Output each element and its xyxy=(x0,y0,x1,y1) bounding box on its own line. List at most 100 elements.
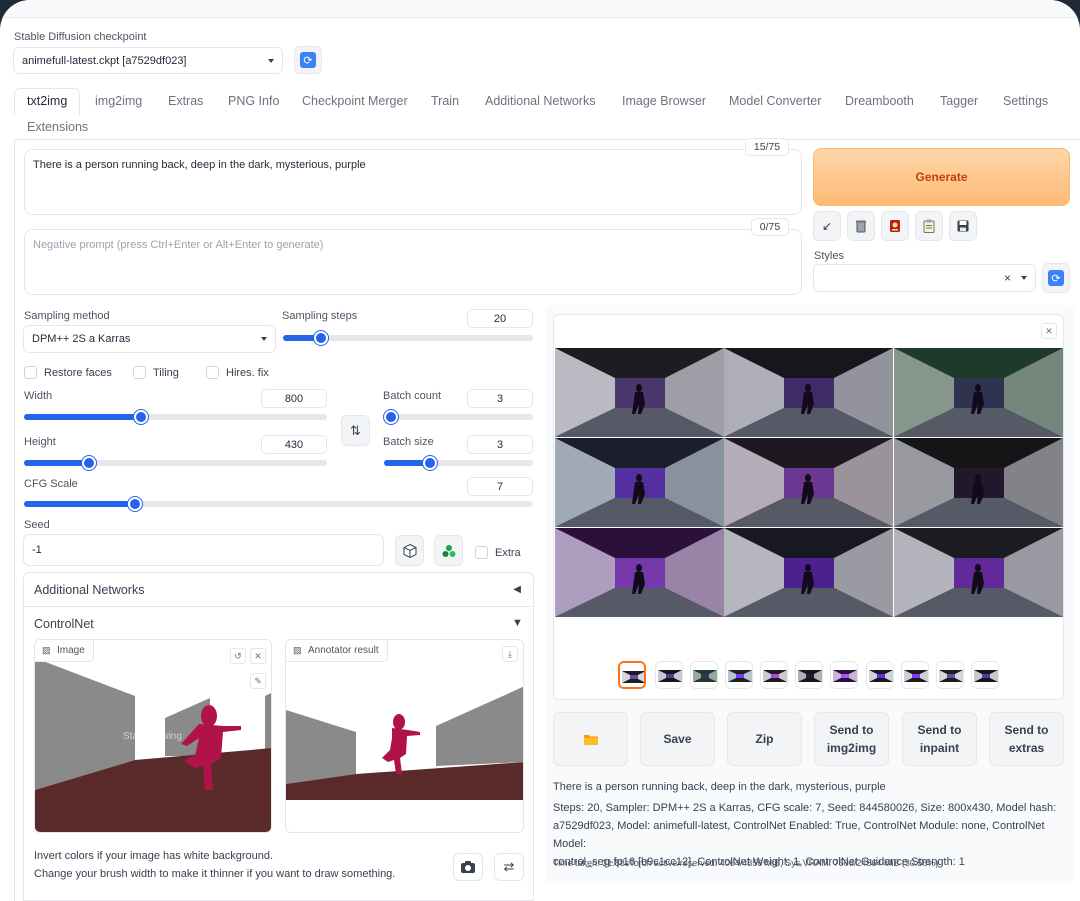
gallery-thumbnail[interactable] xyxy=(936,661,964,689)
batch-size-input[interactable]: 3 xyxy=(467,435,533,454)
tab-settings[interactable]: Settings xyxy=(1003,94,1048,108)
slider-thumb[interactable] xyxy=(384,410,398,424)
result-image-4[interactable] xyxy=(555,438,724,527)
triangle-down-icon[interactable]: ▼ xyxy=(512,617,523,629)
gallery-thumbnail[interactable] xyxy=(655,661,683,689)
gallery-thumbnail[interactable] xyxy=(795,661,823,689)
result-image-6[interactable] xyxy=(894,438,1063,527)
checkpoint-select[interactable]: animefull-latest.ckpt [a7529df023] xyxy=(13,47,283,74)
checkbox-box[interactable] xyxy=(24,366,37,379)
gallery-thumbnail[interactable] xyxy=(971,661,999,689)
tab-additional-networks[interactable]: Additional Networks xyxy=(485,94,595,108)
brush-icon[interactable]: ✎ xyxy=(250,673,266,689)
styles-refresh-button[interactable]: ⟳ xyxy=(1042,263,1070,293)
checkbox-box[interactable] xyxy=(475,546,488,559)
parameters-line-2: a7529df023, Model: animefull-latest, Con… xyxy=(553,820,1045,850)
thumbnail-scene xyxy=(761,662,787,688)
send-to-extras-button[interactable]: Send to extras xyxy=(989,712,1064,766)
negative-prompt-input[interactable]: Negative prompt (press Ctrl+Enter or Alt… xyxy=(24,229,802,295)
gallery-thumbnail[interactable] xyxy=(690,661,718,689)
seed-extra-checkbox[interactable]: Extra xyxy=(475,546,521,559)
result-image-7[interactable] xyxy=(555,528,724,617)
generate-button[interactable]: Generate xyxy=(813,148,1070,206)
send-to-inpaint-button[interactable]: Send to inpaint xyxy=(902,712,977,766)
additional-networks-accordion[interactable]: Additional Networks ◀ xyxy=(23,572,534,607)
cfg-scale-input[interactable]: 7 xyxy=(467,477,533,496)
tiling-checkbox[interactable]: Tiling xyxy=(133,366,179,379)
sampling-steps-input[interactable]: 20 xyxy=(467,309,533,328)
clear-prompt-button[interactable] xyxy=(847,211,875,241)
gallery-thumbnail[interactable] xyxy=(760,661,788,689)
tab-extras[interactable]: Extras xyxy=(168,94,203,108)
show-extra-networks-button[interactable] xyxy=(881,211,909,241)
restore-faces-checkbox[interactable]: Restore faces xyxy=(24,366,112,379)
zip-button[interactable]: Zip xyxy=(727,712,802,766)
cfg-scale-slider[interactable] xyxy=(24,497,533,511)
swap-dimensions-button[interactable]: ⇅ xyxy=(341,415,370,446)
swap-image-button[interactable]: ⇄ xyxy=(494,853,524,881)
tab-png-info[interactable]: PNG Info xyxy=(228,94,279,108)
tab-txt2img[interactable]: txt2img xyxy=(27,94,67,108)
result-image-8[interactable] xyxy=(724,528,893,617)
batch-count-slider[interactable] xyxy=(384,410,533,424)
random-seed-button[interactable] xyxy=(395,535,424,566)
sampling-method-select[interactable]: DPM++ 2S a Karras xyxy=(23,325,276,353)
send-to-img2img-button[interactable]: Send to img2img xyxy=(814,712,889,766)
checkbox-box[interactable] xyxy=(133,366,146,379)
slider-thumb[interactable] xyxy=(314,331,328,345)
sampling-steps-slider[interactable] xyxy=(283,331,533,345)
gallery-thumbnail[interactable] xyxy=(866,661,894,689)
save-style-button[interactable] xyxy=(949,211,977,241)
tab-train[interactable]: Train xyxy=(431,94,459,108)
tab-checkpoint-merger[interactable]: Checkpoint Merger xyxy=(302,94,408,108)
undo-icon[interactable]: ↺ xyxy=(230,648,246,664)
slider-thumb[interactable] xyxy=(134,410,148,424)
result-image-2[interactable] xyxy=(724,348,893,437)
read-params-button[interactable]: ↙ xyxy=(813,211,841,241)
restore-faces-label: Restore faces xyxy=(44,366,112,379)
prompt-input[interactable]: There is a person running back, deep in … xyxy=(24,149,802,215)
result-image-5[interactable] xyxy=(724,438,893,527)
close-icon[interactable]: × xyxy=(1004,271,1011,285)
download-icon[interactable]: ⤓ xyxy=(502,646,518,662)
arrow-diagonal-icon: ↙ xyxy=(821,219,833,233)
apply-style-button[interactable] xyxy=(915,211,943,241)
gallery-thumbnail[interactable] xyxy=(725,661,753,689)
tab-dreambooth[interactable]: Dreambooth xyxy=(845,94,914,108)
slider-thumb[interactable] xyxy=(423,456,437,470)
camera-button[interactable] xyxy=(453,853,483,881)
open-folder-button[interactable] xyxy=(553,712,628,766)
gallery-thumbnail[interactable] xyxy=(618,661,646,689)
height-input[interactable]: 430 xyxy=(261,435,327,454)
clipboard-icon xyxy=(923,219,935,233)
slider-thumb[interactable] xyxy=(128,497,142,511)
tab-model-converter[interactable]: Model Converter xyxy=(729,94,821,108)
hires-fix-checkbox[interactable]: Hires. fix xyxy=(206,366,269,379)
result-image-3[interactable] xyxy=(894,348,1063,437)
tab-image-browser[interactable]: Image Browser xyxy=(622,94,706,108)
cfg-scale-label: CFG Scale xyxy=(24,478,78,490)
checkpoint-refresh-button[interactable]: ⟳ xyxy=(294,46,322,74)
slider-thumb[interactable] xyxy=(82,456,96,470)
gallery-thumbnail[interactable] xyxy=(901,661,929,689)
width-slider[interactable] xyxy=(24,410,327,424)
close-icon[interactable]: ✕ xyxy=(1041,323,1057,339)
width-input[interactable]: 800 xyxy=(261,389,327,408)
checkbox-box[interactable] xyxy=(206,366,219,379)
save-button[interactable]: Save xyxy=(640,712,715,766)
close-icon[interactable]: ✕ xyxy=(250,648,266,664)
result-image-9[interactable] xyxy=(894,528,1063,617)
gallery-thumbnail[interactable] xyxy=(830,661,858,689)
styles-select[interactable]: × xyxy=(813,264,1036,292)
batch-count-input[interactable]: 3 xyxy=(467,389,533,408)
seed-input[interactable]: -1 xyxy=(23,534,384,566)
tab-tagger[interactable]: Tagger xyxy=(940,94,978,108)
height-slider[interactable] xyxy=(24,456,327,470)
result-image-1[interactable] xyxy=(555,348,724,437)
tab-extensions[interactable]: Extensions xyxy=(27,120,88,134)
tab-img2img[interactable]: img2img xyxy=(95,94,142,108)
batch-size-slider[interactable] xyxy=(384,456,533,470)
reuse-seed-button[interactable] xyxy=(434,535,463,566)
thumbnail-scene xyxy=(937,662,963,688)
controlnet-input-image[interactable]: ▨ Image ↺ ✕ ✎ Start drawing xyxy=(34,639,272,833)
